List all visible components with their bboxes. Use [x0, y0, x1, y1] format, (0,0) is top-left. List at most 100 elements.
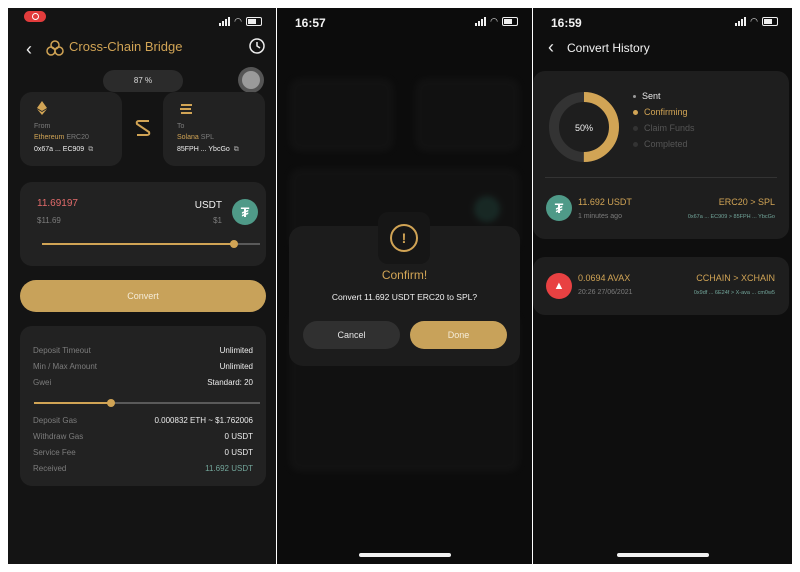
amount-input[interactable]: 11.69197 [37, 198, 78, 209]
details-card: Deposit Timeout Unlimited Min / Max Amoun… [20, 326, 266, 486]
transaction-item[interactable]: ▲ 0.0694 AVAX 20:26 27/06/2021 CCHAIN > … [533, 257, 789, 315]
divider [545, 177, 777, 178]
fee-row: Received 11.692 USDT [33, 464, 253, 473]
bridge-screen: ◠ ‹ Cross-Chain Bridge 87 % From Ethereu… [8, 8, 276, 564]
transaction-amount: 11.692 USDT [578, 197, 632, 207]
to-address-text: 85FPH ... YbcGo [177, 146, 230, 153]
page-title: Convert History [567, 41, 650, 55]
fee-row: Deposit Gas 0.000832 ETH ~ $1.762006 [33, 416, 253, 425]
system-icons: ◠ [475, 17, 518, 26]
legend-label: Sent [642, 91, 661, 101]
avalanche-icon: ▲ [546, 273, 572, 299]
wifi-icon: ◠ [750, 16, 758, 26]
amount-slider-fill [42, 243, 234, 245]
confirm-screen: 16:57 ◠ ! Confirm! Convert 11.692 USDT E… [277, 8, 532, 564]
status-bar: ◠ [8, 8, 276, 34]
legend-claim-funds: Claim Funds [633, 123, 695, 133]
from-card[interactable]: From Ethereum ERC20 0x67a ... EC909 ⧉ [20, 92, 122, 166]
battery-icon [762, 17, 778, 26]
amount-slider[interactable] [42, 240, 260, 248]
detail-label: Deposit Timeout [33, 346, 91, 355]
legend-label: Claim Funds [644, 123, 695, 133]
bridge-swap-icon [135, 120, 151, 136]
transaction-addresses: 0x9df ... 6E24f > X-ava ... cm0w5 [693, 290, 775, 296]
transaction-route: CCHAIN > XCHAIN [696, 273, 775, 283]
page-title: Cross-Chain Bridge [69, 39, 183, 54]
gas-slider-handle[interactable] [106, 399, 115, 407]
gas-slider[interactable] [34, 399, 260, 407]
signal-icon [735, 17, 747, 26]
from-address: 0x67a ... EC909 ⧉ [34, 146, 93, 154]
convert-button[interactable]: Convert [20, 280, 266, 312]
detail-value: Unlimited [219, 362, 253, 371]
fee-value: 0 USDT [224, 448, 253, 457]
token-symbol[interactable]: USDT [195, 200, 222, 211]
history-screen: 16:59 ◠ ‹ Convert History 50% Sent Confi… [533, 8, 792, 564]
from-label: From [34, 123, 51, 130]
battery-icon [246, 17, 262, 26]
token-price: $1 [213, 216, 222, 225]
fee-value: 0.000832 ETH ~ $1.762006 [154, 416, 253, 425]
screen-recording-icon [24, 11, 46, 22]
legend-sent: Sent [633, 91, 661, 101]
donut-percent-label: 50% [574, 123, 593, 133]
legend-confirming: Confirming [633, 107, 688, 117]
status-time: 16:59 [551, 16, 582, 30]
transaction-amount: 0.0694 AVAX [578, 273, 631, 283]
system-icons: ◠ [219, 17, 262, 26]
fee-label: Received [33, 464, 67, 473]
legend-label: Completed [644, 139, 688, 149]
fee-label: Service Fee [33, 448, 76, 457]
ethereum-icon [37, 101, 47, 115]
progress-badge: 87 % [103, 70, 183, 92]
status-bar: 16:59 ◠ [533, 8, 792, 34]
transaction-addresses: 0x67a ... EC909 > 85FPH ... YbcGo [687, 214, 775, 220]
solana-icon [180, 104, 192, 114]
tether-icon[interactable]: ₮ [232, 199, 258, 225]
legend-completed: Completed [633, 139, 688, 149]
status-bar: 16:57 ◠ [277, 8, 532, 34]
back-icon[interactable]: ‹ [26, 39, 32, 60]
dialog-message: Convert 11.692 USDT ERC20 to SPL? [331, 292, 478, 302]
transaction-route: ERC20 > SPL [718, 197, 775, 207]
bridge-logo-icon [46, 40, 64, 56]
from-address-text: 0x67a ... EC909 [34, 146, 85, 153]
wifi-icon: ◠ [234, 16, 242, 26]
cancel-button[interactable]: Cancel [303, 321, 400, 349]
fee-label: Deposit Gas [33, 416, 78, 425]
to-chain-name: Solana [177, 134, 199, 141]
done-button[interactable]: Done [410, 321, 507, 349]
assistive-touch[interactable] [238, 67, 264, 93]
dialog-title: Confirm! [381, 268, 428, 282]
transaction-time: 1 minutes ago [578, 213, 622, 220]
home-indicator[interactable] [358, 553, 451, 557]
back-icon[interactable]: ‹ [548, 37, 554, 58]
fee-row: Service Fee 0 USDT [33, 448, 253, 457]
home-indicator[interactable] [616, 553, 709, 557]
gas-slider-fill [34, 402, 111, 404]
detail-row: Deposit Timeout Unlimited [33, 346, 253, 355]
history-icon[interactable] [248, 37, 266, 55]
copy-icon[interactable]: ⧉ [234, 146, 239, 154]
detail-label: Min / Max Amount [33, 362, 98, 371]
detail-row: Min / Max Amount Unlimited [33, 362, 253, 371]
transaction-item[interactable]: ₮ 11.692 USDT 1 minutes ago ERC20 > SPL … [533, 181, 789, 237]
amount-card: 11.69197 $11.69 USDT $1 ₮ [20, 182, 266, 266]
amount-slider-handle[interactable] [229, 240, 238, 248]
detail-value: Standard: 20 [207, 378, 253, 387]
from-chain-name: Ethereum [34, 134, 65, 141]
legend-label: Confirming [644, 107, 688, 117]
detail-value: Unlimited [219, 346, 253, 355]
status-time: 16:57 [295, 16, 326, 30]
copy-icon[interactable]: ⧉ [88, 146, 93, 154]
to-card[interactable]: To Solana SPL 85FPH ... YbcGo ⧉ [163, 92, 265, 166]
tether-icon: ₮ [546, 195, 572, 221]
to-label: To [177, 123, 185, 130]
signal-icon [475, 17, 487, 26]
detail-label: Gwei [33, 378, 52, 387]
confirm-dialog: ! Confirm! Convert 11.692 USDT ERC20 to … [289, 212, 520, 366]
battery-icon [502, 17, 518, 26]
alert-icon: ! [378, 212, 430, 264]
from-chain-standard: ERC20 [66, 134, 89, 141]
wifi-icon: ◠ [490, 16, 498, 26]
